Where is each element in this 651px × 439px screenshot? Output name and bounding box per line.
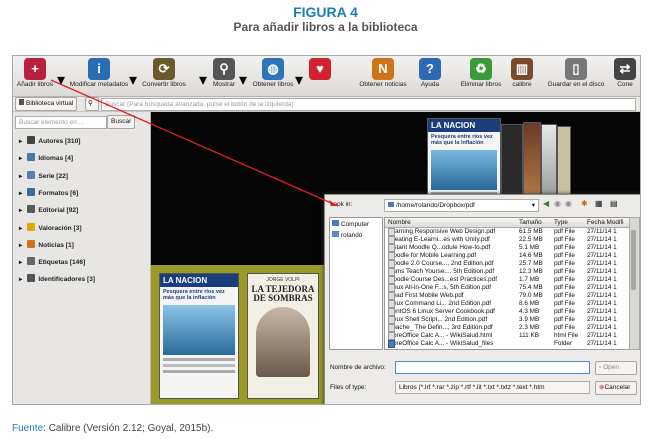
arrow-line bbox=[50, 79, 339, 207]
figure-title: FIGURA 4 bbox=[293, 4, 358, 20]
calibre-window: + Añadir libros i Modificar metadatos ⟳ Conve… bbox=[12, 55, 641, 405]
arrow-head bbox=[329, 200, 338, 206]
figure-source: Fuente: Calibre (Versión 2.12; Goyal, 20… bbox=[12, 423, 214, 434]
figure-subtitle: Para añadir libros a la biblioteca bbox=[233, 20, 418, 34]
annotation-arrow bbox=[50, 79, 339, 207]
